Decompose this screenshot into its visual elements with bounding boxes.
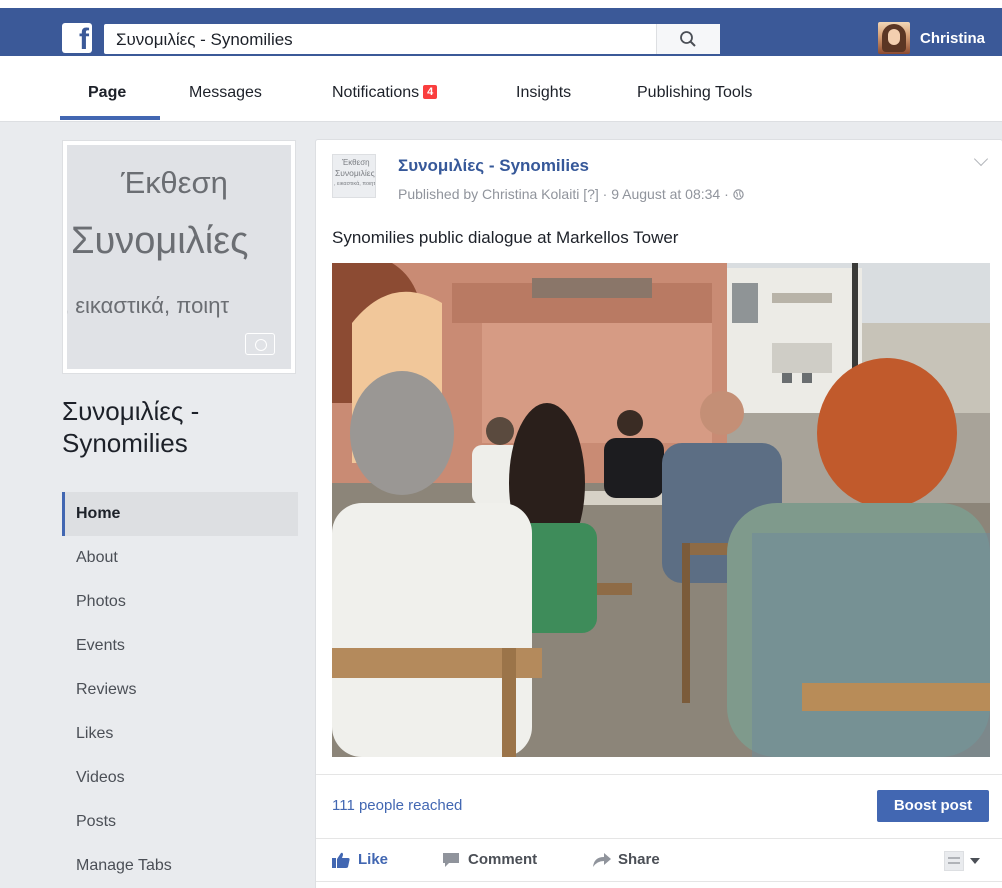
search-button[interactable] <box>656 24 720 54</box>
boost-post-button[interactable]: Boost post <box>877 790 989 822</box>
profile-picture-image: Έκθεση Συνομιλίες , εικαστικά, ποιητ <box>67 145 291 369</box>
active-tab-indicator <box>60 116 160 120</box>
post-thumb-line-2: Συνομιλίες <box>335 168 375 178</box>
search-icon <box>680 31 696 47</box>
tab-messages[interactable]: Messages <box>189 84 262 102</box>
profile-picture-text-line-1: Έκθεση <box>121 165 228 200</box>
comment-label: Comment <box>468 851 538 868</box>
share-label: Share <box>618 851 660 868</box>
profile-picture-text-line-2: Συνομιλίες <box>71 220 249 262</box>
profile-picture[interactable]: Έκθεση Συνομιλίες , εικαστικά, ποιητ <box>62 140 296 374</box>
sidebar-item-likes[interactable]: Likes <box>62 712 298 756</box>
tab-notifications[interactable]: Notifications 4 <box>332 84 438 102</box>
tab-page[interactable]: Page <box>88 84 126 102</box>
page-tabs: Page Messages Notifications 4 Insights Pu… <box>0 64 1002 122</box>
thumbs-up-icon <box>332 852 350 868</box>
post-message: Synomilies public dialogue at Markellos … <box>332 228 679 247</box>
search-input[interactable]: Συνομιλίες - Synomilies <box>116 30 293 50</box>
sidebar-item-manage-tabs[interactable]: Manage Tabs <box>62 844 298 888</box>
sidebar-item-about[interactable]: About <box>62 536 298 580</box>
sidebar-item-videos[interactable]: Videos <box>62 756 298 800</box>
facebook-logo-letter: f <box>79 23 89 53</box>
sidebar-item-reviews[interactable]: Reviews <box>62 668 298 712</box>
post-card: Έκθεση Συνομιλίες , εικαστικά, ποιητ Συν… <box>315 139 1002 888</box>
sidebar-item-posts[interactable]: Posts <box>62 800 298 844</box>
post-author-avatar[interactable]: Έκθεση Συνομιλίες , εικαστικά, ποιητ <box>332 154 376 198</box>
post-photo[interactable] <box>332 263 990 757</box>
post-meta: Published by Christina Kolaiti [?] · 9 A… <box>398 186 744 202</box>
post-audience-menu[interactable] <box>944 851 984 871</box>
page-thumbnail-icon <box>944 851 964 871</box>
post-reach-row: 111 people reached Boost post <box>316 774 1002 838</box>
sidebar-item-events[interactable]: Events <box>62 624 298 668</box>
tab-publishing-tools[interactable]: Publishing Tools <box>637 84 752 102</box>
post-author-name[interactable]: Συνομιλίες - Synomilies <box>398 156 589 176</box>
people-reached-link[interactable]: 111 people reached <box>332 797 462 814</box>
avatar-face <box>888 29 900 45</box>
chevron-down-icon <box>970 858 980 864</box>
post-thumb-line-3: , εικαστικά, ποιητ <box>334 181 376 187</box>
profile-picture-text-line-3: , εικαστικά, ποιητ <box>67 293 230 318</box>
post-meta-text: Published by Christina Kolaiti [?] · 9 A… <box>398 186 733 202</box>
like-label: Like <box>358 851 389 868</box>
post-actions: Like Comment Share <box>316 838 1002 882</box>
top-navigation: f Συνομιλίες - Synomilies Christina <box>0 0 1002 64</box>
blue-header-bar: f Συνομιλίες - Synomilies Christina <box>0 8 1002 56</box>
camera-icon[interactable] <box>245 333 275 355</box>
sidebar-item-home[interactable]: Home <box>62 492 298 536</box>
comment-icon <box>443 853 459 867</box>
page-title[interactable]: Συνομιλίες - Synomilies <box>62 395 302 459</box>
facebook-logo-icon[interactable]: f <box>62 23 92 53</box>
tab-insights[interactable]: Insights <box>516 84 571 102</box>
share-icon <box>593 853 611 867</box>
chevron-down-icon[interactable] <box>973 151 989 167</box>
post-photo-image <box>332 263 990 757</box>
sidebar-item-photos[interactable]: Photos <box>62 580 298 624</box>
post-thumb-line-1: Έκθεση <box>342 158 370 167</box>
avatar[interactable] <box>878 22 910 54</box>
page-sidebar-nav: Home About Photos Events Reviews Likes V… <box>62 492 298 888</box>
tab-notifications-label: Notifications <box>332 84 420 101</box>
globe-icon[interactable] <box>732 189 744 200</box>
search-bar[interactable]: Συνομιλίες - Synomilies <box>104 24 720 54</box>
user-name[interactable]: Christina <box>920 30 985 47</box>
notification-count-badge: 4 <box>423 85 438 99</box>
